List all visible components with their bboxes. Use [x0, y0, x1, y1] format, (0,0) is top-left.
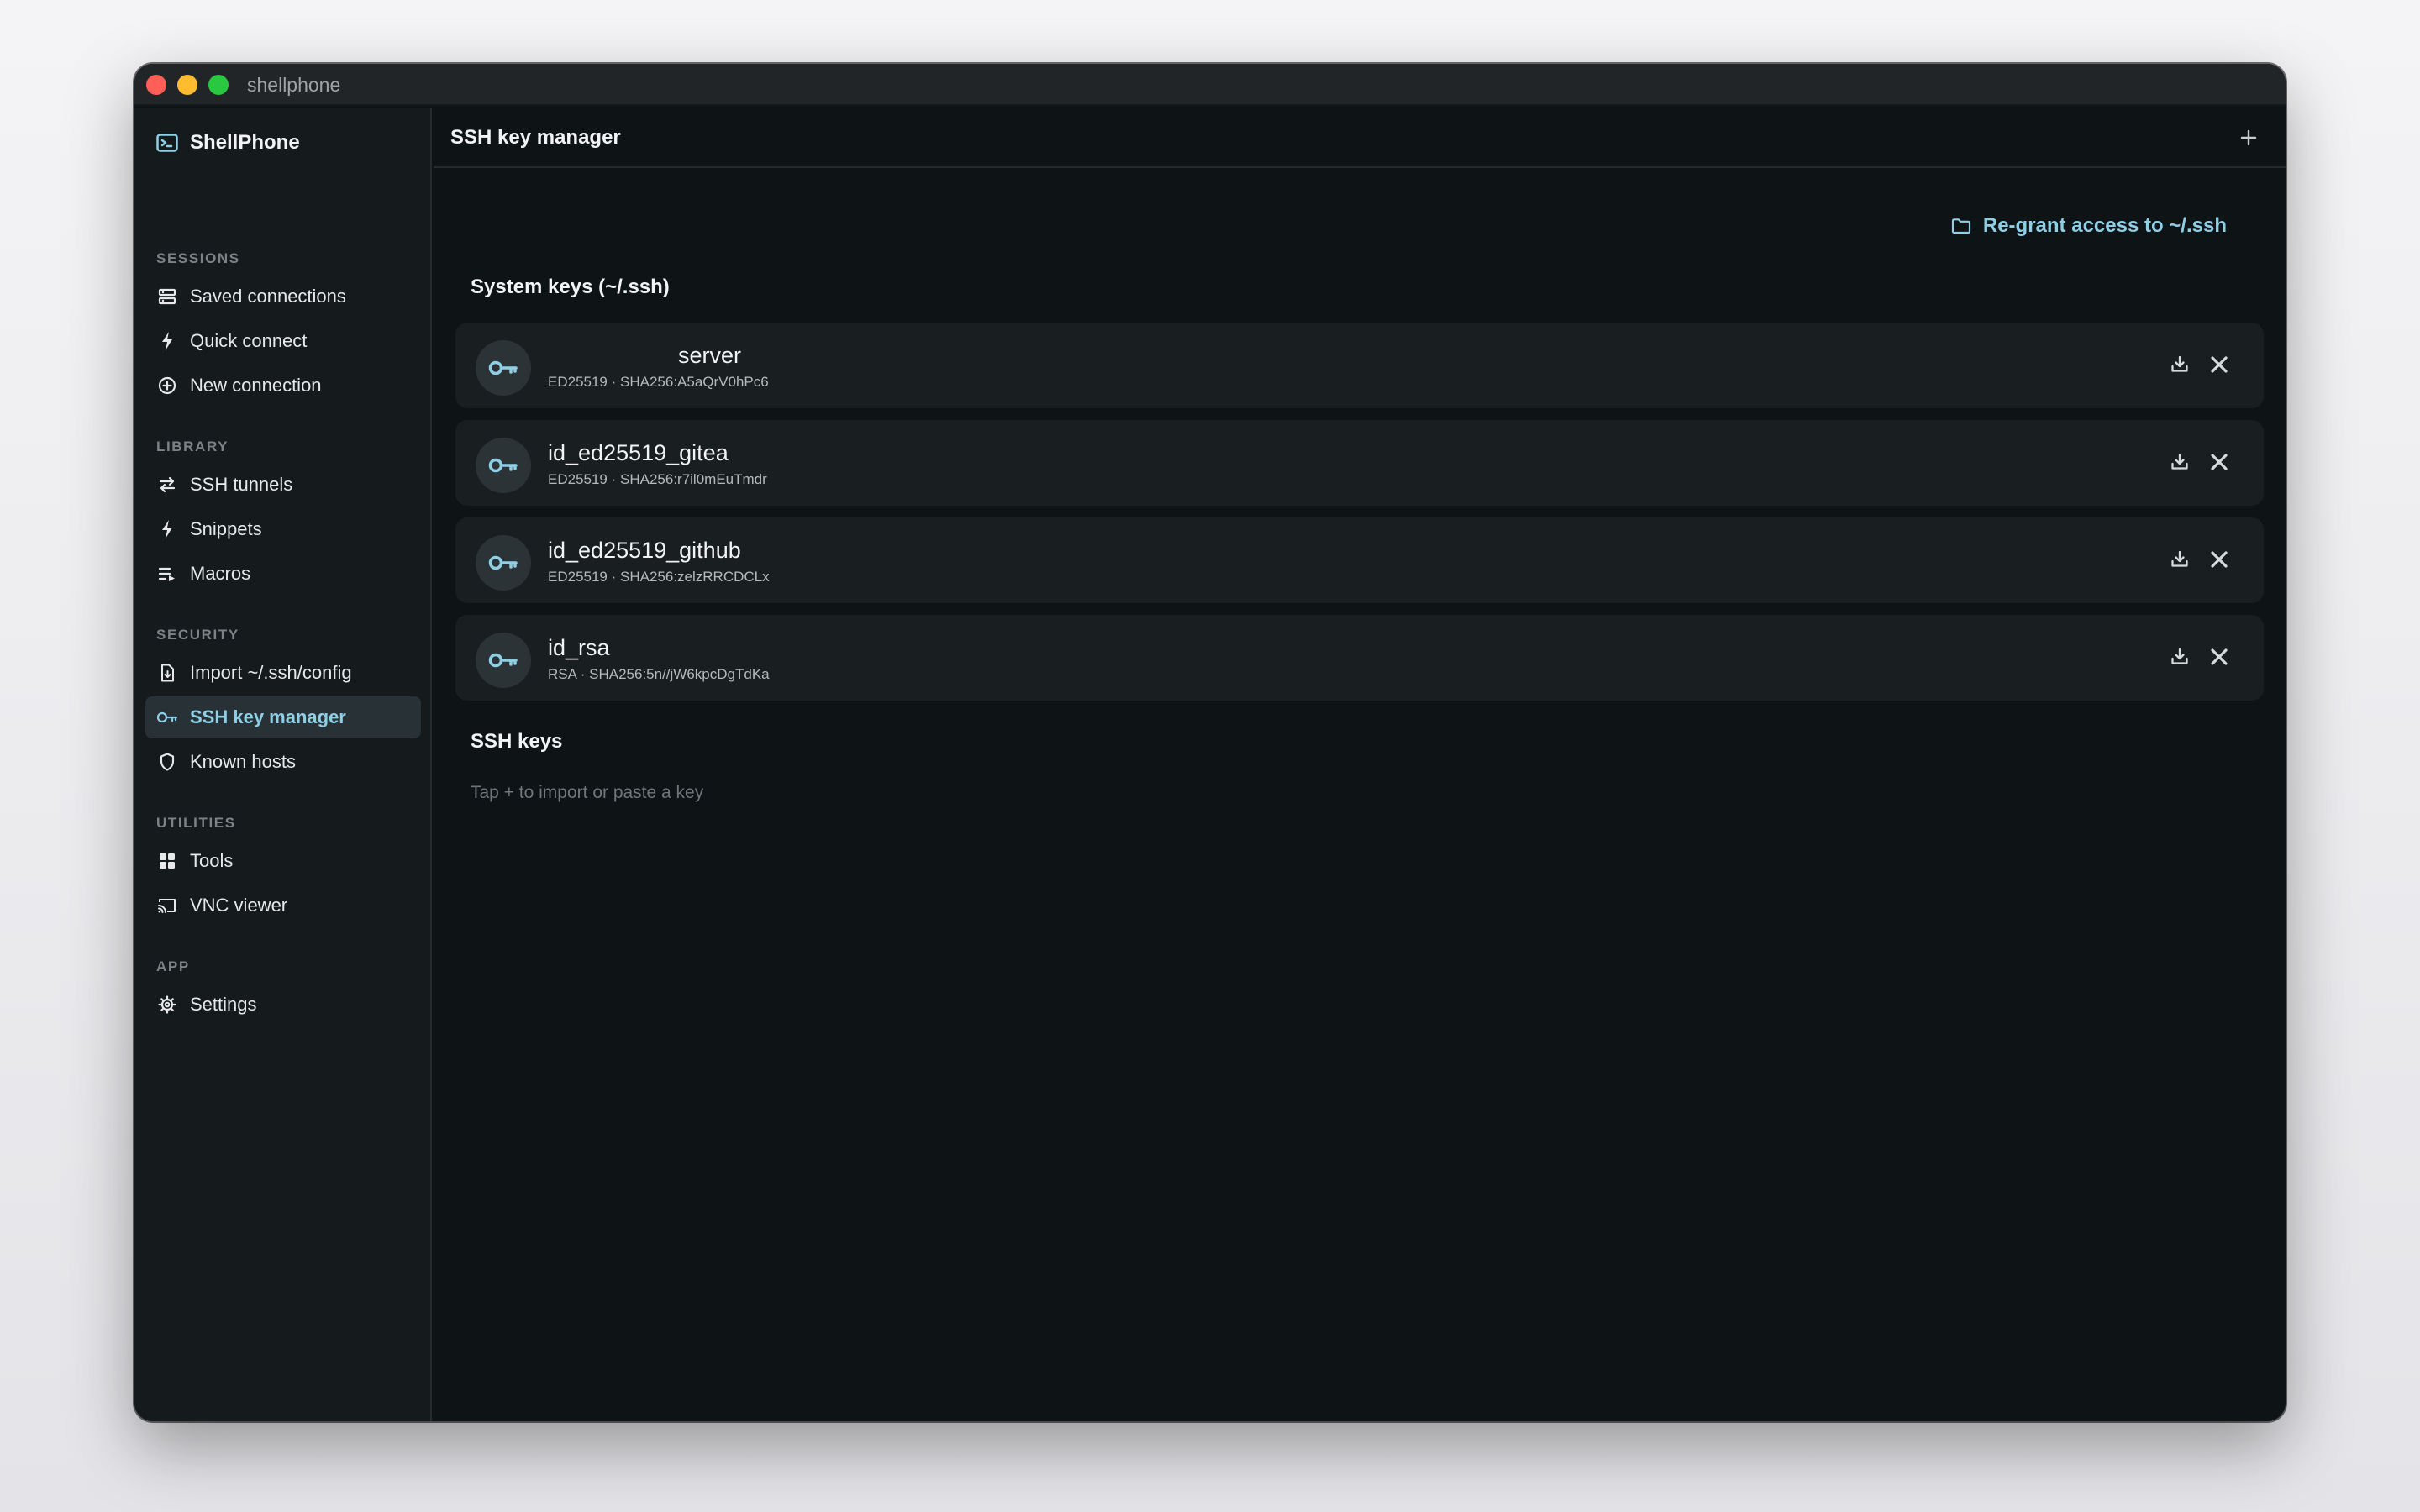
- sidebar-item-label: SSH tunnels: [190, 474, 293, 495]
- key-avatar: [476, 340, 531, 396]
- sidebar-item-vnc-viewer[interactable]: VNC viewer: [145, 885, 421, 927]
- sidebar-item-import-config[interactable]: Import ~/.ssh/config: [145, 652, 421, 694]
- lightning-icon: [156, 518, 178, 540]
- key-name: server: [678, 343, 742, 368]
- regrant-access-button[interactable]: Re-grant access to ~/.ssh: [1951, 212, 2227, 240]
- document-import-icon: [156, 662, 178, 684]
- key-name: id_ed25519_gitea: [548, 440, 729, 465]
- key-avatar: [476, 438, 531, 493]
- key-fingerprint: RSA · SHA256:5n//jW6kpcDgTdKa: [548, 666, 770, 682]
- sidebar-item-ssh-key-manager[interactable]: SSH key manager: [145, 696, 421, 738]
- key-fingerprint: ED25519 · SHA256:A5aQrV0hPc6: [548, 374, 769, 390]
- system-key-row[interactable]: server ED25519 · SHA256:A5aQrV0hPc6: [455, 323, 2264, 408]
- page-title: SSH key manager: [450, 126, 621, 149]
- sidebar-item-label: Macros: [190, 563, 251, 584]
- delete-key-button[interactable]: [2205, 350, 2233, 379]
- system-keys-title: System keys (~/.ssh): [471, 276, 670, 298]
- sidebar-item-quick-connect[interactable]: Quick connect: [145, 320, 421, 362]
- export-key-button[interactable]: [2165, 545, 2194, 574]
- empty-state-hint: Tap + to import or paste a key: [471, 783, 704, 802]
- sidebar-item-settings[interactable]: Settings: [145, 984, 421, 1026]
- brand: ShellPhone: [156, 126, 300, 160]
- app-window: shellphone ShellPhone SESSIONS Saved con…: [134, 64, 2286, 1421]
- arrows-swap-icon: [156, 474, 178, 496]
- lightning-icon: [156, 330, 178, 352]
- sidebar-item-label: SSH key manager: [190, 706, 346, 727]
- sidebar-item-label: Import ~/.ssh/config: [190, 662, 352, 683]
- key-icon: [488, 652, 518, 669]
- system-key-row[interactable]: id_ed25519_gitea ED25519 · SHA256:r7il0m…: [455, 420, 2264, 506]
- sidebar-item-known-hosts[interactable]: Known hosts: [145, 741, 421, 783]
- grid-icon: [156, 850, 178, 872]
- key-icon: [488, 554, 518, 571]
- export-key-button[interactable]: [2165, 350, 2194, 379]
- gear-icon: [156, 994, 178, 1016]
- sidebar-item-label: Settings: [190, 994, 257, 1015]
- system-key-row[interactable]: id_rsa RSA · SHA256:5n//jW6kpcDgTdKa: [455, 615, 2264, 701]
- close-icon: [2209, 647, 2229, 667]
- plus-icon: [2240, 129, 2257, 146]
- sidebar-item-label: Snippets: [190, 518, 262, 539]
- list-play-icon: [156, 563, 178, 585]
- close-window-button[interactable]: [146, 75, 166, 95]
- section-label-sessions: SESSIONS: [156, 250, 240, 266]
- add-key-button[interactable]: [2233, 123, 2264, 153]
- download-icon: [2170, 549, 2190, 570]
- export-key-button[interactable]: [2165, 448, 2194, 476]
- folder-icon: [1951, 218, 1971, 234]
- sidebar-item-tools[interactable]: Tools: [145, 840, 421, 882]
- title-bar: shellphone: [134, 64, 2286, 106]
- regrant-access-label: Re-grant access to ~/.ssh: [1982, 214, 2227, 237]
- server-stack-icon: [156, 286, 178, 307]
- sidebar-item-label: Quick connect: [190, 330, 308, 351]
- key-icon: [156, 706, 178, 728]
- key-name: id_rsa: [548, 635, 610, 660]
- delete-key-button[interactable]: [2205, 448, 2233, 476]
- sidebar-item-ssh-tunnels[interactable]: SSH tunnels: [145, 464, 421, 506]
- minimize-window-button[interactable]: [177, 75, 197, 95]
- ssh-keys-title: SSH keys: [471, 730, 563, 753]
- key-fingerprint: ED25519 · SHA256:zelzRRCDCLx: [548, 569, 770, 585]
- sidebar-item-label: Known hosts: [190, 751, 296, 772]
- section-label-library: LIBRARY: [156, 438, 229, 454]
- delete-key-button[interactable]: [2205, 545, 2233, 574]
- main-content: SSH key manager System keys (~/.ssh) Re-…: [434, 108, 2286, 1421]
- sidebar-item-label: VNC viewer: [190, 895, 288, 916]
- plus-circle-icon: [156, 375, 178, 396]
- sidebar-item-saved-connections[interactable]: Saved connections: [145, 276, 421, 318]
- section-label-utilities: UTILITIES: [156, 815, 236, 831]
- section-label-security: SECURITY: [156, 627, 239, 643]
- close-icon: [2209, 452, 2229, 472]
- shield-icon: [156, 751, 178, 773]
- sidebar: ShellPhone SESSIONS Saved connections Qu…: [134, 108, 432, 1421]
- delete-key-button[interactable]: [2205, 643, 2233, 671]
- system-key-row[interactable]: id_ed25519_github ED25519 · SHA256:zelzR…: [455, 517, 2264, 603]
- main-header: SSH key manager: [434, 108, 2286, 168]
- download-icon: [2170, 647, 2190, 667]
- download-icon: [2170, 452, 2190, 472]
- sidebar-item-label: New connection: [190, 375, 322, 396]
- terminal-icon: [156, 134, 178, 152]
- close-icon: [2209, 354, 2229, 375]
- window-title: shellphone: [247, 74, 341, 96]
- sidebar-item-snippets[interactable]: Snippets: [145, 508, 421, 550]
- sidebar-item-macros[interactable]: Macros: [145, 553, 421, 595]
- brand-name: ShellPhone: [190, 131, 300, 154]
- screen-cast-icon: [156, 895, 178, 916]
- section-label-app: APP: [156, 958, 190, 974]
- key-avatar: [476, 535, 531, 591]
- key-fingerprint: ED25519 · SHA256:r7il0mEuTmdr: [548, 471, 767, 487]
- maximize-window-button[interactable]: [208, 75, 229, 95]
- key-icon: [488, 457, 518, 474]
- sidebar-item-label: Tools: [190, 850, 234, 871]
- key-icon: [488, 360, 518, 376]
- sidebar-item-label: Saved connections: [190, 286, 346, 307]
- key-name: id_ed25519_github: [548, 538, 741, 563]
- sidebar-item-new-connection[interactable]: New connection: [145, 365, 421, 407]
- close-icon: [2209, 549, 2229, 570]
- key-avatar: [476, 633, 531, 688]
- export-key-button[interactable]: [2165, 643, 2194, 671]
- download-icon: [2170, 354, 2190, 375]
